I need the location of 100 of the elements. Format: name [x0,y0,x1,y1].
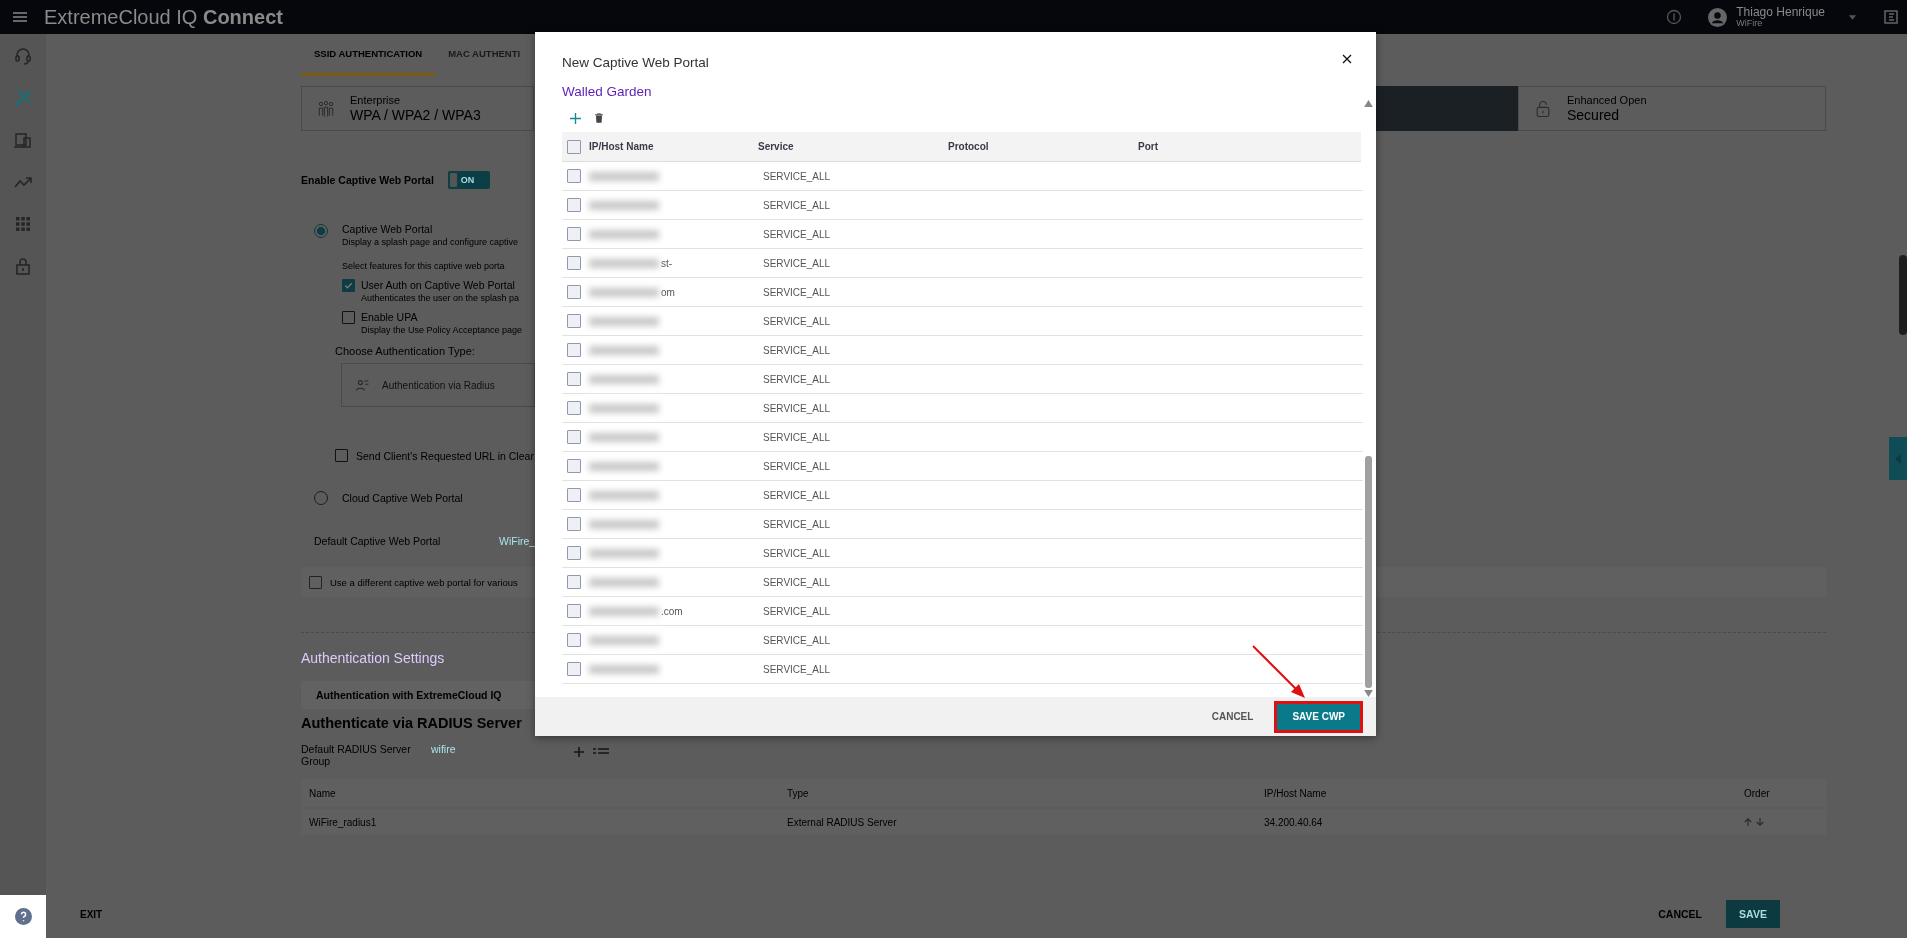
blurred-text [589,229,659,239]
toggle-switch[interactable]: ON [447,171,490,189]
annotation-arrow [1251,644,1307,700]
tools-icon[interactable] [13,88,33,108]
list-icon[interactable] [593,747,609,757]
section-label: Choose Authentication Type: [335,345,475,357]
checkbox[interactable] [567,517,581,531]
add-icon[interactable] [574,747,584,757]
devices-icon[interactable] [13,130,33,150]
lock-icon[interactable] [13,256,33,276]
checkbox[interactable] [567,343,581,357]
column-header: Name [308,787,337,799]
add-icon[interactable] [570,112,581,124]
blurred-text [589,490,659,500]
scroll-up-icon[interactable] [1363,100,1373,107]
trash-icon[interactable] [595,113,603,123]
checkbox[interactable] [567,285,581,299]
blurred-text [589,258,659,268]
logo-icon[interactable] [1884,10,1898,24]
tab[interactable]: MAC AUTHENTI [435,34,534,76]
blurred-text [589,200,659,210]
radio-button[interactable] [314,224,328,238]
app-title: ExtremeCloud IQ Connect [44,5,283,29]
group-link[interactable]: wifire [431,743,574,755]
field-label: Enable Captive Web Portal [301,174,434,186]
checkbox[interactable] [567,546,581,560]
option-label: Cloud Captive Web Portal [342,491,463,504]
save-button[interactable]: SAVE [1726,900,1780,928]
checkbox[interactable] [567,575,581,589]
checkbox[interactable] [567,459,581,473]
section-title: Authentication Settings [301,650,445,666]
move-down-icon[interactable] [1756,818,1764,827]
auth-type-card[interactable]: Enterprise WPA / WPA2 / WPA3 [301,86,534,131]
checkbox[interactable] [567,430,581,444]
section-tab[interactable]: Authentication with ExtremeCloud IQ [301,681,536,709]
blurred-text [589,432,659,442]
card-title: Enhanced Open [1567,94,1647,107]
save-cwp-button[interactable]: SAVE CWP [1277,703,1360,730]
column-header: Order [1743,787,1771,799]
checkbox[interactable] [567,488,581,502]
checkbox-label: Send Client's Requested URL in Clear [356,449,534,462]
cancel-button[interactable]: CANCEL [1211,711,1254,722]
blurred-text [589,374,659,384]
blurred-text [589,403,659,413]
checkbox[interactable] [342,279,355,292]
option-label: Captive Web Portal [342,223,434,235]
auth-type-card[interactable]: Enhanced Open Secured [1518,86,1826,131]
table-cell-text: SERVICE_ALL [762,228,832,240]
avatar-icon[interactable] [1708,7,1728,27]
exit-button[interactable]: EXIT [80,908,103,920]
close-icon[interactable] [1342,54,1352,64]
checkbox[interactable] [567,633,581,647]
checkbox[interactable] [342,311,355,324]
table-cell-text: SERVICE_ALL [762,286,832,298]
tab[interactable]: SSID AUTHENTICATION [301,34,436,76]
table-cell-text: SERVICE_ALL [762,547,832,559]
checkbox[interactable] [567,372,581,386]
table-cell-text: SERVICE_ALL [762,373,832,385]
table-cell-text: SERVICE_ALL [762,315,832,327]
features-label: Select features for this captive web porta [342,261,506,271]
side-panel-tab[interactable] [1889,437,1907,480]
checkbox[interactable] [567,227,581,241]
table-cell-text: SERVICE_ALL [762,402,832,414]
user-icon [354,377,370,393]
caret-icon[interactable] [1849,14,1856,20]
menu-icon[interactable] [13,12,27,22]
checkbox[interactable] [567,198,581,212]
page-scrollbar[interactable] [1899,255,1907,335]
table-cell-text: SERVICE_ALL [762,431,832,443]
checkbox[interactable] [567,169,581,183]
auth-method-card[interactable]: Authentication via Radius [341,363,535,407]
column-header: Type [786,787,810,799]
checkbox[interactable] [567,604,581,618]
checkbox[interactable] [567,139,581,154]
blurred-text [589,577,659,587]
checkbox[interactable] [309,575,322,589]
info-icon[interactable] [1666,9,1683,25]
checkbox[interactable] [567,662,581,676]
headset-icon[interactable] [13,46,33,66]
blurred-text [589,664,659,674]
blurred-text [589,606,659,616]
table-cell-text: SERVICE_ALL [762,170,832,182]
table-cell-text: SERVICE_ALL [762,576,832,588]
help-icon[interactable] [14,908,32,925]
column-header: Port [1138,141,1159,152]
column-header: Protocol [948,141,990,152]
checkbox[interactable] [335,449,348,462]
checkbox[interactable] [567,401,581,415]
column-header: Service [758,141,795,152]
cancel-button[interactable]: CANCEL [1658,908,1702,920]
card-subtitle: Secured [1567,106,1621,123]
move-up-icon[interactable] [1744,818,1752,827]
table-cell-text: External RADIUS Server [786,816,898,828]
card-subtitle: WPA / WPA2 / WPA3 [350,106,481,123]
grid-icon[interactable] [13,214,33,234]
blurred-text [589,345,659,355]
table-cell-text: SERVICE_ALL [762,489,832,501]
portal-link[interactable]: WiFire_ [499,535,536,547]
checkbox[interactable] [567,314,581,328]
checkbox[interactable] [567,256,581,270]
